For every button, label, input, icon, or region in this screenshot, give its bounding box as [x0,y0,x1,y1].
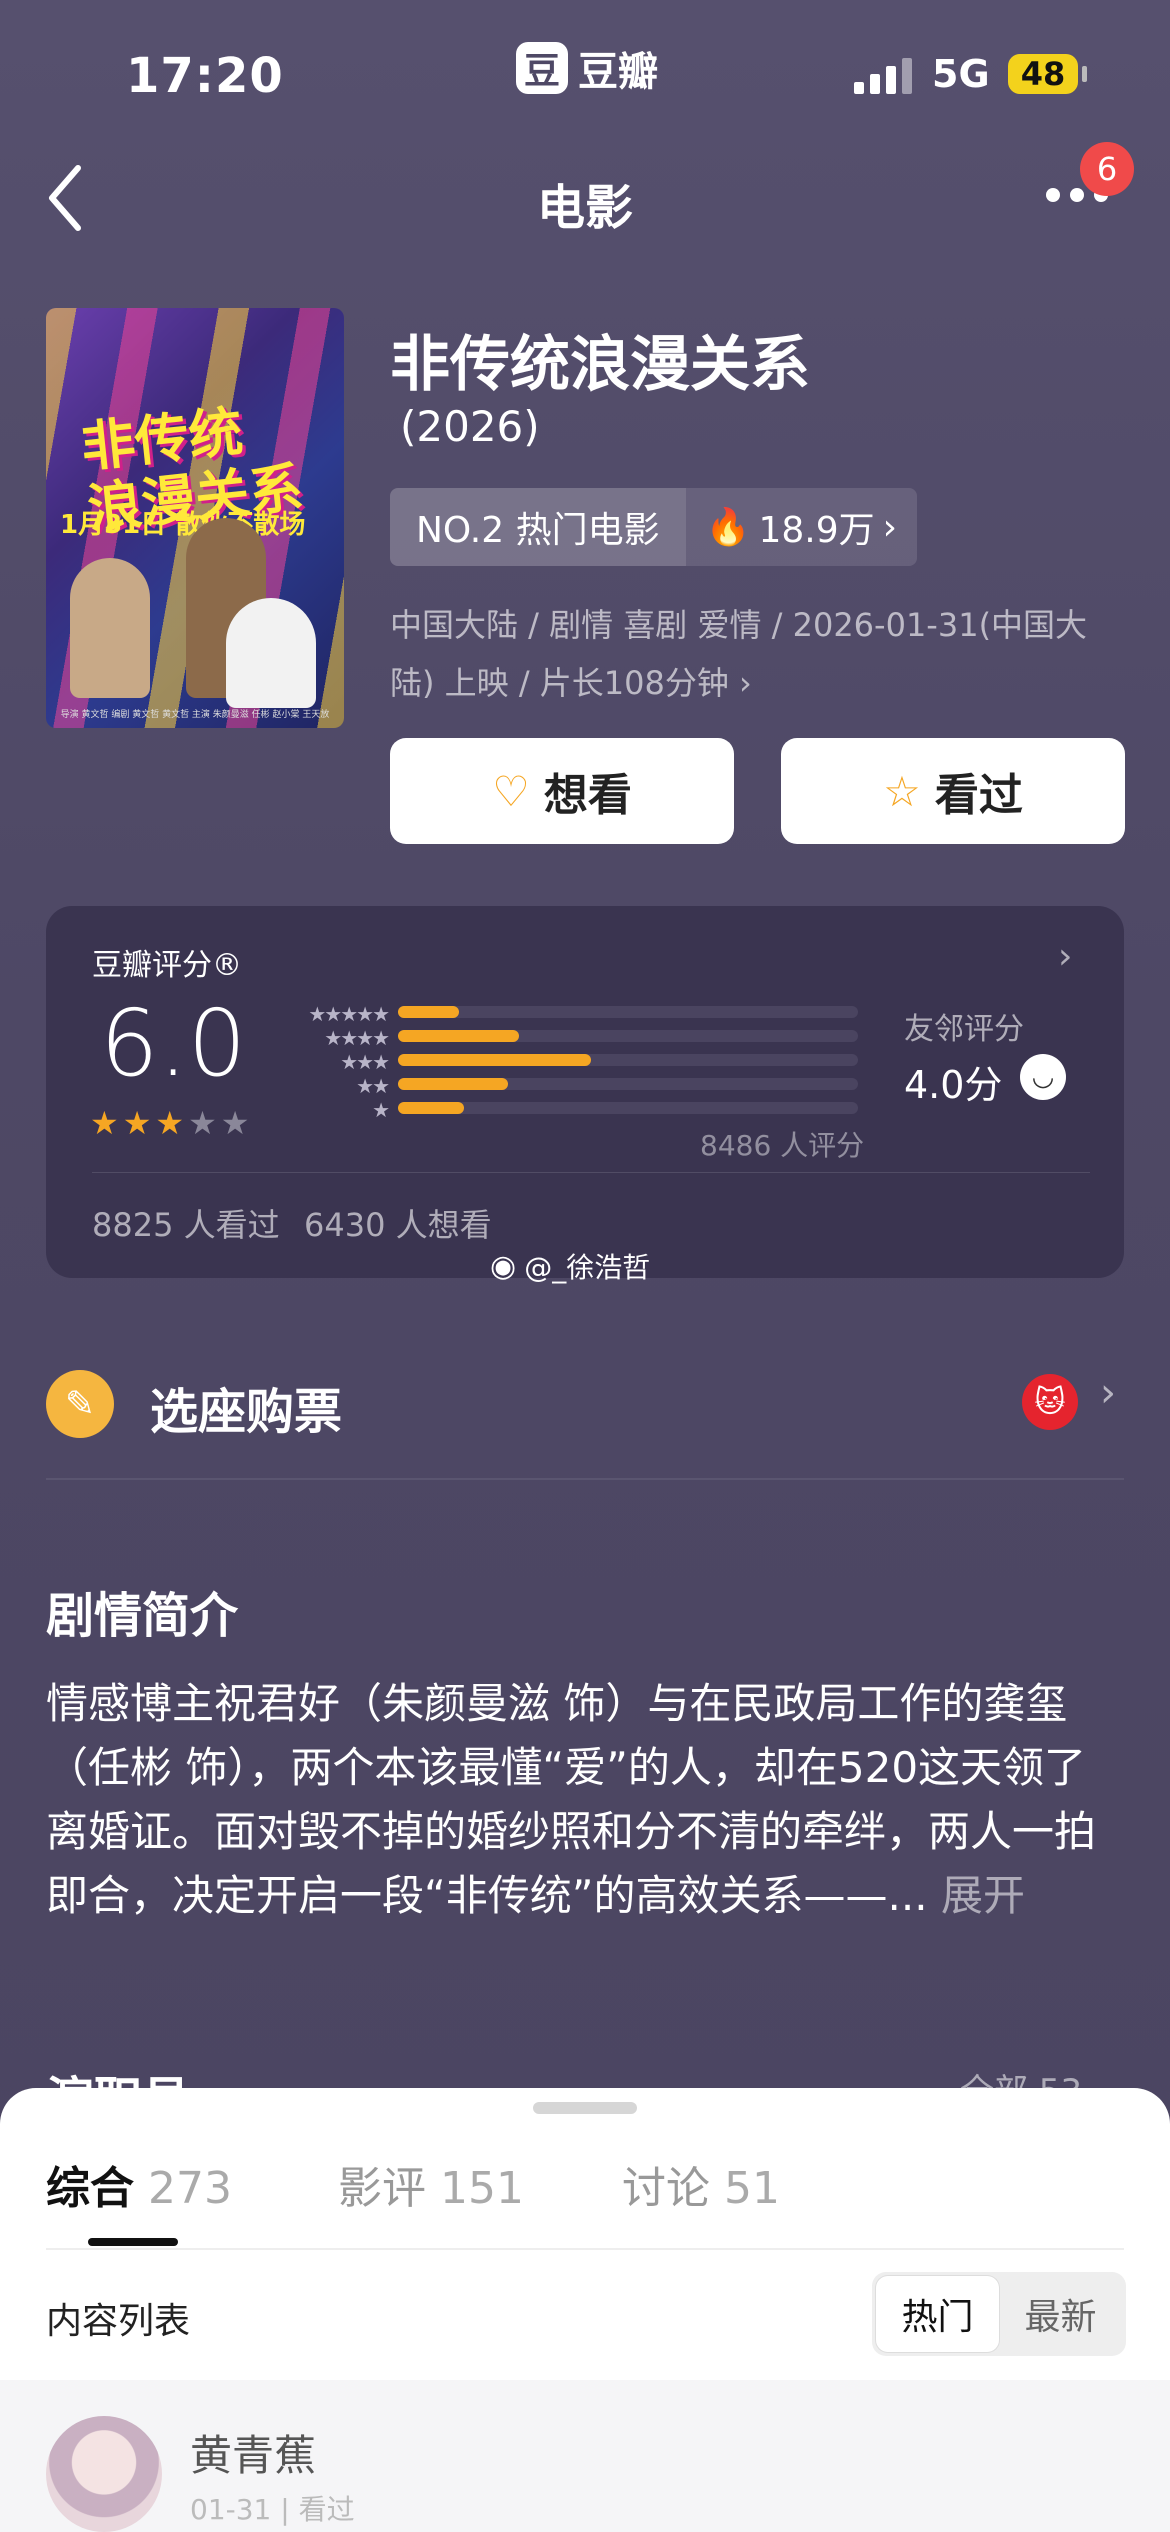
sort-toggle[interactable]: 热门 最新 [872,2272,1126,2356]
rank-label: NO.2 热门电影 [390,488,686,566]
tab-overall[interactable]: 综合 273 [46,2152,232,2216]
user-meta: 01-31 | 看过 [190,2493,355,2526]
watched-button[interactable]: ☆ 看过 [781,738,1125,844]
tab-reviews[interactable]: 影评 151 [338,2152,524,2216]
rating-bar [398,1006,858,1018]
movie-year: (2026) [400,402,540,451]
rating-distribution [398,1006,858,1126]
page-title: 电影 [536,180,633,236]
rating-stars: ★★★★★ [90,1104,254,1142]
poster-credits: 导演 黄文哲 编剧 黄文哲 黄文哲 主演 朱颜曼滋 任彬 赵小棠 王天放 [60,710,330,720]
maoyan-cat-icon: 🐱 [1022,1374,1078,1430]
notification-badge: 6 [1080,142,1134,196]
rating-label: 豆瓣评分® [92,948,242,983]
buy-ticket-label[interactable]: 选座购票 [150,1372,342,1442]
want-to-watch-button[interactable]: ♡ 想看 [390,738,734,844]
movie-poster[interactable]: 非传统 浪漫关系 1月31日 散伙不散场 导演 黄文哲 编剧 黄文哲 黄文哲 主演… [46,308,344,728]
battery-icon: 48 [1008,54,1078,94]
douban-logo-icon: 豆 [516,42,568,94]
poster-figure [226,598,316,708]
chevron-right-icon: › [882,506,898,548]
rating-bar [398,1054,858,1066]
rating-bar [398,1078,858,1090]
divider [46,1478,1124,1480]
rank-badge[interactable]: NO.2 热门电影 🔥 18.9万 › [390,488,918,566]
active-tab-indicator [88,2238,178,2246]
friend-rating-label: 友邻评分 [904,1012,1024,1047]
app-indicator: 豆 豆瓣 [516,40,658,96]
ticket-icon: ✎ [46,1370,114,1438]
watched-count[interactable]: 8825 人看过 [92,1200,280,1246]
divider [46,2248,1124,2250]
expand-link[interactable]: 展开 [941,1871,1025,1920]
rating-count: 8486 人评分 [700,1129,865,1162]
sheet-grabber[interactable] [533,2102,637,2114]
weibo-icon: ◉ [490,1248,517,1284]
rating-bar [398,1030,858,1042]
smiley-face-icon: ◡ [1020,1054,1066,1100]
divider [92,1172,1090,1173]
heat-value: 18.9万 [758,510,875,551]
chevron-right-icon: › [739,664,752,702]
tab-discussions[interactable]: 讨论 51 [622,2152,780,2216]
rating-bar [398,1102,858,1114]
battery-tip [1082,66,1087,82]
friend-rating-score: 4.0分 [904,1063,1003,1107]
synopsis-heading: 剧情简介 [46,1588,239,1644]
cellular-signal-icon [854,58,912,94]
star-outline-icon: ☆ [883,766,921,816]
avatar[interactable] [46,2416,162,2532]
chevron-right-icon[interactable]: › [1058,936,1072,977]
status-time: 17:20 [126,48,284,104]
movie-meta[interactable]: 中国大陆 / 剧情 喜剧 爱情 / 2026-01-31(中国大陆) 上映 / … [390,596,1120,712]
sort-new-button[interactable]: 最新 [999,2276,1122,2352]
rating-score: 6.0 [100,990,247,1097]
watermark: ◉ @_徐浩哲 [490,1248,651,1285]
poster-date: 1月31日 散伙不散场 [60,510,306,540]
list-item[interactable] [0,2380,1170,2532]
heat-chip[interactable]: 🔥 18.9万 › [685,488,918,566]
flame-icon: 🔥 [705,507,751,548]
sort-hot-button[interactable]: 热门 [876,2276,999,2352]
wanted-count[interactable]: 6430 人想看 [304,1200,492,1246]
user-name[interactable]: 黄青蕉 [190,2422,316,2483]
heart-plus-icon: ♡ [492,766,530,816]
app-name: 豆瓣 [578,49,658,95]
network-type: 5G [932,52,990,96]
star-level-labels: ★★★★★ ★★★★ ★★★ ★★ ★ [308,1002,390,1122]
poster-figure [70,558,150,698]
synopsis-text: 情感博主祝君好（朱颜曼滋 饰）与在民政局工作的龚玺（任彬 饰），两个本该最懂“爱… [46,1679,1097,1920]
chevron-right-icon[interactable]: › [1100,1370,1116,1416]
content-list-label: 内容列表 [46,2301,191,2342]
movie-title: 非传统浪漫关系 [390,330,810,400]
